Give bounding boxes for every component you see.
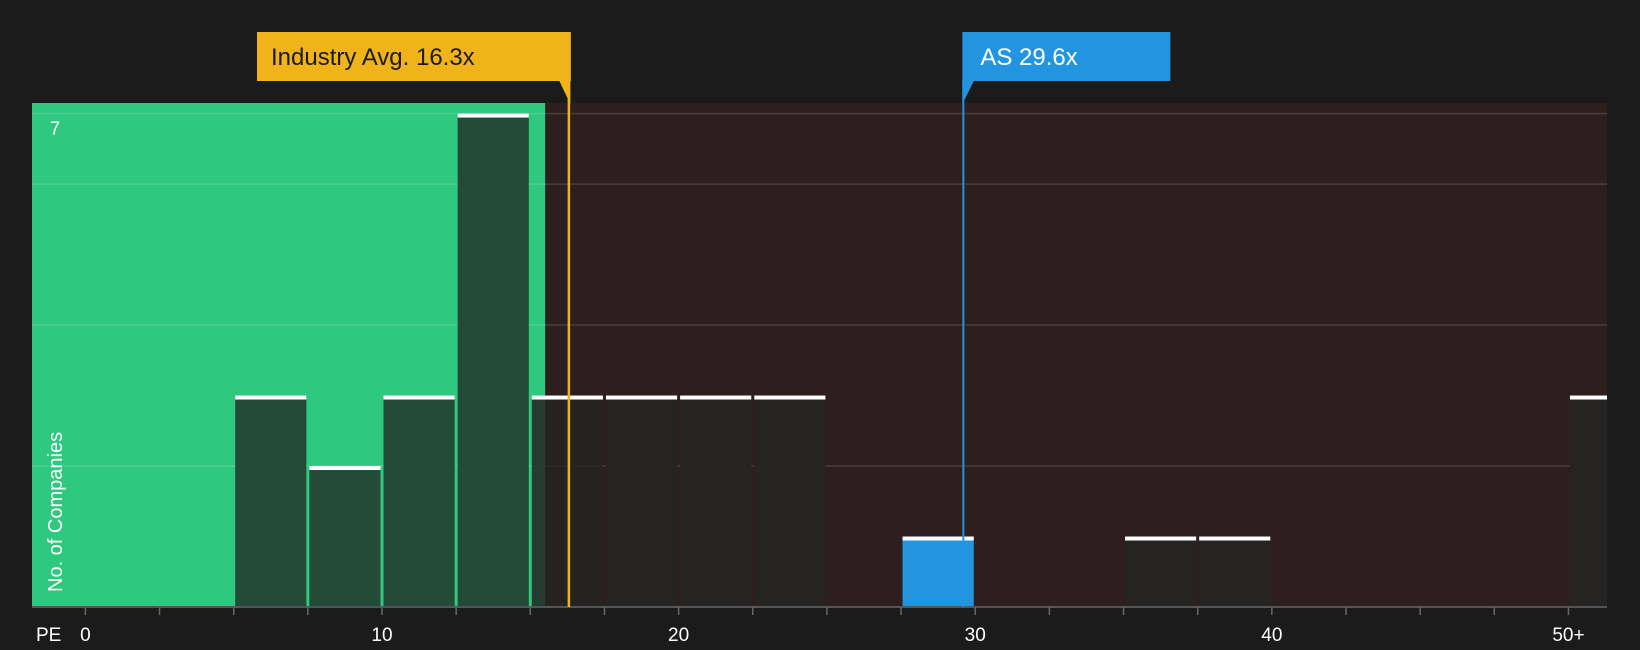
x-tick-label: 40 [1261, 625, 1282, 646]
x-tick-label: 0 [80, 625, 91, 646]
histogram-bar [1199, 536, 1271, 607]
histogram-bar [457, 113, 529, 607]
y-axis-label: No. of Companies [45, 432, 67, 592]
company-pe-callout-pointer [962, 80, 975, 104]
histogram-bar-cap [605, 395, 678, 400]
industry-avg-callout-pointer [558, 80, 571, 104]
histogram-bar-cap [309, 466, 381, 471]
x-tick-label: 50+ [1552, 625, 1584, 646]
histogram-bar [754, 395, 826, 607]
histogram-bar-cap [457, 113, 529, 118]
x-tick-label: 20 [668, 625, 689, 646]
histogram-bar-cap [1125, 536, 1197, 541]
histogram-bar [309, 466, 381, 607]
x-axis: 0 10 20 30 40 50+ PE [32, 606, 1607, 646]
industry-avg-label: Industry Avg. 16.3x [271, 44, 475, 71]
histogram-bar-cap [754, 395, 826, 400]
x-tick-label: 10 [371, 625, 392, 646]
pe-histogram-chart: 7 0 10 20 30 40 50+ PE Industry Avg. 16.3x AS 2… [32, 32, 1607, 646]
histogram-bar [605, 395, 678, 607]
histogram-bar [383, 395, 455, 607]
histogram-bar [1125, 536, 1197, 607]
histogram-bar [1569, 395, 1607, 607]
histogram-bar-cap [1569, 395, 1607, 400]
histogram-bar-cap [531, 395, 603, 400]
histogram-bar-cap [680, 395, 752, 400]
histogram-bar [531, 395, 603, 607]
histogram-bar-cap [235, 395, 307, 400]
x-axis-label: PE [36, 625, 61, 646]
histogram-bar-cap [1199, 536, 1271, 541]
histogram-bar [235, 395, 307, 607]
histogram-bar [680, 395, 752, 607]
x-tick-label: 30 [965, 625, 986, 646]
histogram-bar-cap [383, 395, 455, 400]
y-tick-label: 7 [50, 119, 60, 139]
company-pe-label: AS 29.6x [980, 44, 1077, 71]
